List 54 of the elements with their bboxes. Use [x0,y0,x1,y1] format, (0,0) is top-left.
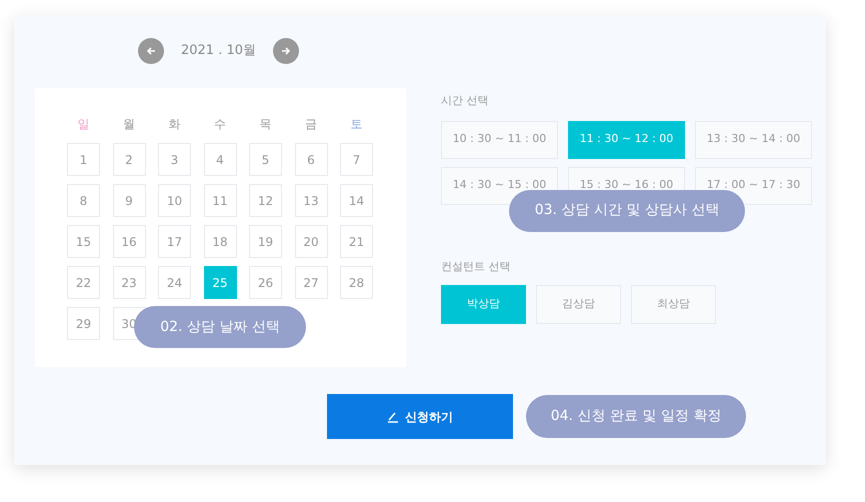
day-cell[interactable]: 13 [294,184,328,217]
day-cell[interactable]: 4 [204,143,236,176]
day-cell[interactable]: 15 [67,225,100,258]
arrow-right-icon [281,46,292,56]
weekday-label: 금 [304,116,318,133]
consultant-option[interactable]: 박상담 [441,285,526,324]
weekday-label: 수 [213,116,227,133]
month-label: 2021 . 10월 [180,42,258,60]
day-cell[interactable]: 16 [112,225,146,258]
time-slot[interactable]: 11 : 30 ~ 12 : 00 [568,120,685,158]
weekday-label: 월 [122,116,136,133]
day-cell[interactable]: 1 [67,143,100,176]
day-cell[interactable]: 27 [294,266,328,299]
arrow-left-icon [146,46,156,56]
consultant-option[interactable]: 김상담 [536,285,621,324]
day-cell[interactable]: 5 [249,143,282,176]
day-cell[interactable]: 24 [158,266,191,299]
day-cell[interactable]: 18 [204,225,236,258]
day-cell[interactable]: 12 [249,184,282,217]
weekday-label: 화 [168,116,182,133]
section-label: 시간 선택 [441,93,490,109]
day-cell[interactable]: 7 [340,143,373,176]
day-cell[interactable]: 20 [294,225,328,258]
day-cell[interactable]: 29 [67,307,100,340]
day-cell[interactable]: 25 [204,266,236,299]
next-month-button[interactable] [273,38,300,64]
section-label: 컨설턴트 선택 [441,258,512,274]
step-tooltip: 04. 신청 완료 및 일정 확정 [526,395,746,438]
weekday-label: 일 [76,116,90,133]
step-tooltip: 02. 상담 날짜 선택 [134,306,306,348]
day-cell[interactable]: 21 [340,225,373,258]
day-cell[interactable]: 17 [158,225,191,258]
day-cell[interactable]: 11 [204,184,236,217]
day-cell[interactable]: 8 [67,184,100,217]
day-cell[interactable]: 3 [158,143,191,176]
weekday-label: 목 [258,116,272,133]
pencil-icon [387,410,399,422]
day-cell[interactable]: 23 [112,266,146,299]
day-cell[interactable]: 28 [340,266,373,299]
consultant-option[interactable]: 최상담 [631,285,716,324]
apply-button[interactable]: 신청하기 [327,394,513,439]
weekday-label: 토 [350,116,364,133]
day-cell[interactable]: 26 [249,266,282,299]
day-cell[interactable]: 2 [112,143,146,176]
time-slot[interactable]: 13 : 30 ~ 14 : 00 [695,120,812,158]
day-cell[interactable]: 6 [294,143,328,176]
day-cell[interactable]: 10 [158,184,191,217]
time-slot[interactable]: 10 : 30 ~ 11 : 00 [441,120,558,158]
day-cell[interactable]: 22 [67,266,100,299]
day-cell[interactable]: 14 [340,184,373,217]
day-cell[interactable]: 9 [112,184,146,217]
step-tooltip: 03. 상담 시간 및 상담사 선택 [509,190,745,232]
previous-month-button[interactable] [138,38,164,64]
day-cell[interactable]: 19 [249,225,282,258]
